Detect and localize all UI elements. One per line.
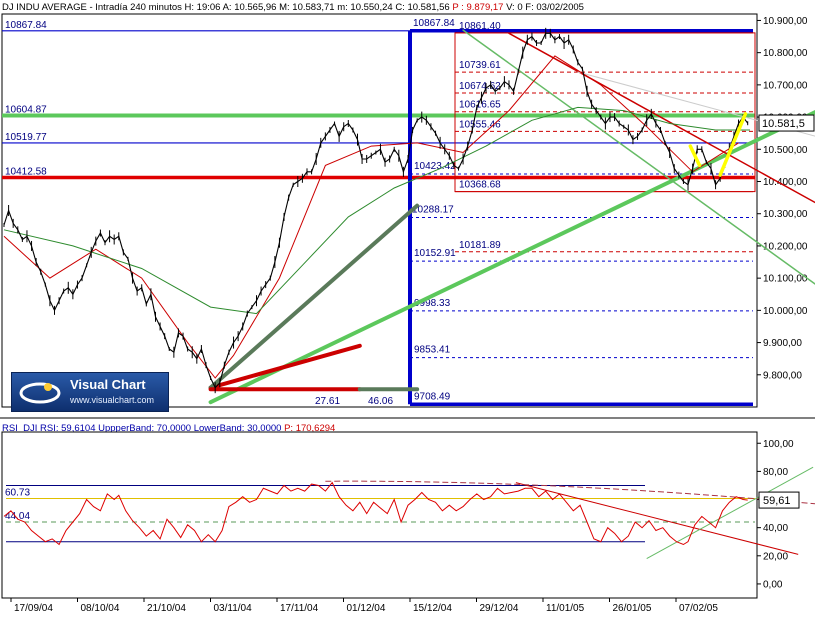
x-tick-label: 21/10/04 xyxy=(147,603,186,614)
price-level-label: 10604.87 xyxy=(5,105,47,116)
x-tick-label: 29/12/04 xyxy=(480,603,519,614)
price-panel-frame xyxy=(1,13,758,408)
x-tick-label: 03/11/04 xyxy=(214,603,253,614)
logo-url: www.visualchart.com xyxy=(70,395,155,405)
fib-red-label: 10555.46 xyxy=(459,119,501,130)
fib-blue-label: 9708.49 xyxy=(414,391,451,402)
bottom-label: 46.06 xyxy=(368,396,393,407)
price-y-tick-label: 9.800,00 xyxy=(763,370,802,381)
rsi-y-tick-label: 80,00 xyxy=(763,467,788,478)
price-y-tick-label: 10.900,00 xyxy=(763,16,808,27)
x-tick-label: 11/01/05 xyxy=(546,603,585,614)
fib-red-label: 10368.68 xyxy=(459,180,501,191)
fib-red-label: 10739.61 xyxy=(459,60,501,71)
price-y-tick-label: 10.100,00 xyxy=(763,274,808,285)
price-level-label: 10412.58 xyxy=(5,166,47,177)
price-level-label: 10867.84 xyxy=(5,20,47,31)
price-y-tick-label: 10.000,00 xyxy=(763,306,808,317)
current-rsi-label: 59,61 xyxy=(763,495,791,507)
price-y-tick-label: 10.500,00 xyxy=(763,145,808,156)
current-price-label: 10.581,5 xyxy=(762,118,805,130)
logo-title: Visual Chart xyxy=(70,377,146,392)
fib-red-label: 10181.89 xyxy=(459,240,501,251)
fib-blue-label: 10152.91 xyxy=(414,248,456,259)
rsi-y-tick-label: 0,00 xyxy=(763,579,783,590)
price-y-tick-label: 10.800,00 xyxy=(763,48,808,59)
logo-swoosh-icon xyxy=(19,382,61,404)
x-tick-label: 17/09/04 xyxy=(14,603,53,614)
price-y-tick-label: 10.700,00 xyxy=(763,80,808,91)
x-tick-label: 08/10/04 xyxy=(81,603,120,614)
bottom-label: 27.61 xyxy=(315,396,340,407)
rsi-level-label: 60.73 xyxy=(5,487,30,498)
rsi-y-tick-label: 40,00 xyxy=(763,523,788,534)
price-level-label: 10519.77 xyxy=(5,132,47,143)
fib-blue-label: 10867.84 xyxy=(413,18,455,29)
fib-red-label: 10861.40 xyxy=(459,21,501,32)
rsi-y-tick-label: 100,00 xyxy=(763,439,794,450)
rsi-y-tick-label: 20,00 xyxy=(763,551,788,562)
price-y-tick-label: 9.900,00 xyxy=(763,338,802,349)
chart-canvas: 9.800,009.900,0010.000,0010.100,0010.200… xyxy=(0,13,815,614)
x-tick-label: 15/12/04 xyxy=(413,603,452,614)
price-y-tick-label: 10.300,00 xyxy=(763,209,808,220)
x-tick-label: 17/11/04 xyxy=(280,603,319,614)
x-tick-label: 07/02/05 xyxy=(679,603,718,614)
visual-chart-logo[interactable]: Visual Chart www.visualchart.com xyxy=(11,372,169,412)
x-tick-label: 01/12/04 xyxy=(347,603,386,614)
fib-blue-label: 9853.41 xyxy=(414,345,451,356)
x-tick-label: 26/01/05 xyxy=(613,603,652,614)
